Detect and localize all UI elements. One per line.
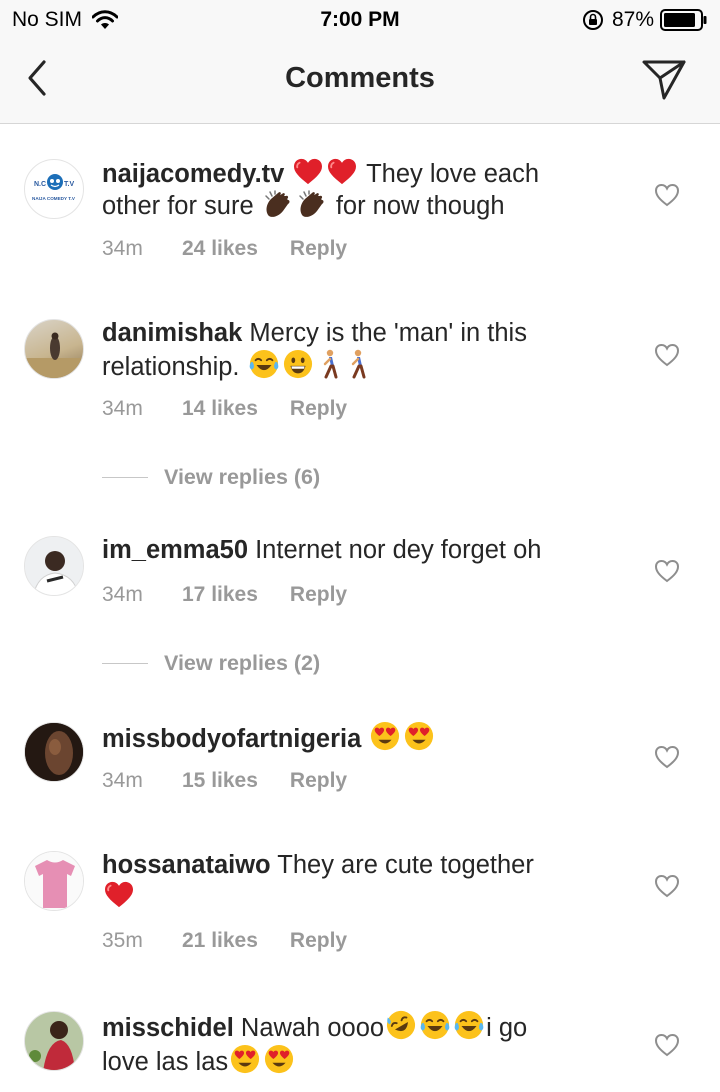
- red-heart-emoji-icon: [104, 881, 134, 909]
- avatar[interactable]: [24, 1011, 84, 1071]
- comment-text: hossanataiwo They are cute together: [102, 850, 572, 913]
- comment-body: Internet nor dey forget oh: [248, 536, 542, 564]
- comment-item: im_emma50 Internet nor dey forget oh 34m…: [0, 527, 720, 687]
- heart-eyes-emoji-icon: [264, 1044, 294, 1074]
- rotation-lock-icon: [582, 10, 603, 30]
- comment-username[interactable]: hossanataiwo: [102, 851, 271, 879]
- comment-username[interactable]: misschidel: [102, 1014, 234, 1042]
- heart-eyes-emoji-icon: [370, 721, 400, 751]
- naijacomedy-logo: N.C T.V NAIJA COMEDY T.V: [31, 174, 79, 201]
- comment-meta: 34m 24 likes Reply: [102, 237, 347, 261]
- battery-icon: [660, 9, 707, 31]
- comment-meta: 34m 14 likes Reply: [102, 397, 347, 421]
- comment-item: missbodyofartnigeria 34m 15 likes Reply: [0, 713, 720, 823]
- avatar[interactable]: N.C T.V NAIJA COMEDY T.V: [24, 159, 84, 219]
- comment-username[interactable]: missbodyofartnigeria: [102, 725, 361, 753]
- svg-text:T.V: T.V: [64, 181, 74, 188]
- comment-time: 35m: [102, 929, 143, 952]
- like-heart-icon[interactable]: [654, 183, 680, 207]
- comment-meta: 35m 21 likes Reply: [102, 929, 347, 953]
- profile-photo: [25, 852, 83, 910]
- tears-of-joy-emoji-icon: [454, 1010, 484, 1040]
- direct-share-icon[interactable]: [640, 56, 688, 102]
- comment-item: danimishak Mercy is the 'man' in this re…: [0, 310, 720, 500]
- comment-text: misschidel Nawah oooo i go love las las: [102, 1010, 572, 1078]
- profile-photo: [25, 537, 83, 595]
- comment-body: [361, 725, 368, 753]
- comment-time: 34m: [102, 583, 143, 606]
- comment-meta: 34m 17 likes Reply: [102, 583, 347, 607]
- likes-count[interactable]: 21 likes: [182, 929, 258, 953]
- battery-percent: 87%: [611, 8, 654, 31]
- clapping-hands-emoji-icon: [265, 190, 290, 217]
- tears-of-joy-emoji-icon: [420, 1010, 450, 1040]
- heart-eyes-emoji-icon: [404, 721, 434, 751]
- avatar[interactable]: [24, 319, 84, 379]
- view-replies-button[interactable]: View replies (2): [102, 651, 320, 676]
- likes-count[interactable]: 14 likes: [182, 397, 258, 421]
- comment-username[interactable]: danimishak: [102, 319, 242, 347]
- svg-text:NAIJA COMEDY T.V: NAIJA COMEDY T.V: [32, 196, 76, 201]
- like-heart-icon[interactable]: [654, 1033, 680, 1057]
- likes-count[interactable]: 24 likes: [182, 237, 258, 261]
- clapping-hands-emoji-icon: [299, 190, 324, 217]
- rolling-laughing-emoji-icon: [386, 1010, 416, 1040]
- comment-item: N.C T.V NAIJA COMEDY T.V naijacomedy.tv …: [0, 150, 720, 280]
- avatar[interactable]: [24, 851, 84, 911]
- view-replies-label: View replies (6): [164, 465, 321, 489]
- divider-line: [102, 663, 148, 664]
- avatar[interactable]: [24, 722, 84, 782]
- avatar[interactable]: [24, 536, 84, 596]
- page-title: Comments: [285, 62, 435, 94]
- profile-photo: [25, 1012, 83, 1070]
- likes-count[interactable]: 15 likes: [182, 769, 258, 793]
- comment-item: hossanataiwo They are cute together 35m …: [0, 842, 720, 982]
- reply-button[interactable]: Reply: [290, 397, 347, 421]
- profile-photo: [25, 332, 83, 378]
- comment-username[interactable]: naijacomedy.tv: [102, 160, 284, 188]
- person-walking-emoji-icon: [323, 349, 338, 379]
- view-replies-button[interactable]: View replies (6): [102, 465, 320, 490]
- comment-username[interactable]: im_emma50: [102, 536, 248, 564]
- reply-button[interactable]: Reply: [290, 769, 347, 793]
- status-bar: No SIM 7:00 PM 87%: [0, 0, 720, 40]
- person-walking-emoji-icon: [351, 349, 366, 379]
- comment-text: danimishak Mercy is the 'man' in this re…: [102, 318, 572, 383]
- divider-line: [102, 477, 148, 478]
- comment-text: naijacomedy.tv They love each other for …: [102, 158, 572, 222]
- like-heart-icon[interactable]: [654, 343, 680, 367]
- like-heart-icon[interactable]: [654, 874, 680, 898]
- red-heart-emoji-icon: [293, 158, 323, 186]
- red-heart-emoji-icon: [327, 158, 357, 186]
- comment-text: im_emma50 Internet nor dey forget oh: [102, 535, 572, 566]
- comment-time: 34m: [102, 237, 143, 260]
- like-heart-icon[interactable]: [654, 559, 680, 583]
- svg-text:N.C: N.C: [34, 181, 46, 188]
- reply-button[interactable]: Reply: [290, 583, 347, 607]
- likes-count[interactable]: 17 likes: [182, 583, 258, 607]
- comment-meta: 34m 15 likes Reply: [102, 769, 347, 793]
- like-heart-icon[interactable]: [654, 745, 680, 769]
- navigation-bar: Comments: [0, 40, 720, 124]
- heart-eyes-emoji-icon: [230, 1044, 260, 1074]
- grinning-face-emoji-icon: [283, 349, 313, 379]
- view-replies-label: View replies (2): [164, 651, 321, 675]
- profile-photo: [25, 723, 83, 781]
- comment-item: misschidel Nawah oooo i go love las las: [0, 1002, 720, 1092]
- tears-of-joy-emoji-icon: [249, 349, 278, 379]
- comment-text: missbodyofartnigeria: [102, 721, 572, 755]
- reply-button[interactable]: Reply: [290, 929, 347, 953]
- comment-time: 34m: [102, 769, 143, 792]
- comment-body: Nawah oooo: [233, 1014, 385, 1042]
- comment-body: They are cute together: [270, 851, 534, 879]
- comment-time: 34m: [102, 397, 143, 420]
- comment-body: for now though: [328, 192, 505, 220]
- reply-button[interactable]: Reply: [290, 237, 347, 261]
